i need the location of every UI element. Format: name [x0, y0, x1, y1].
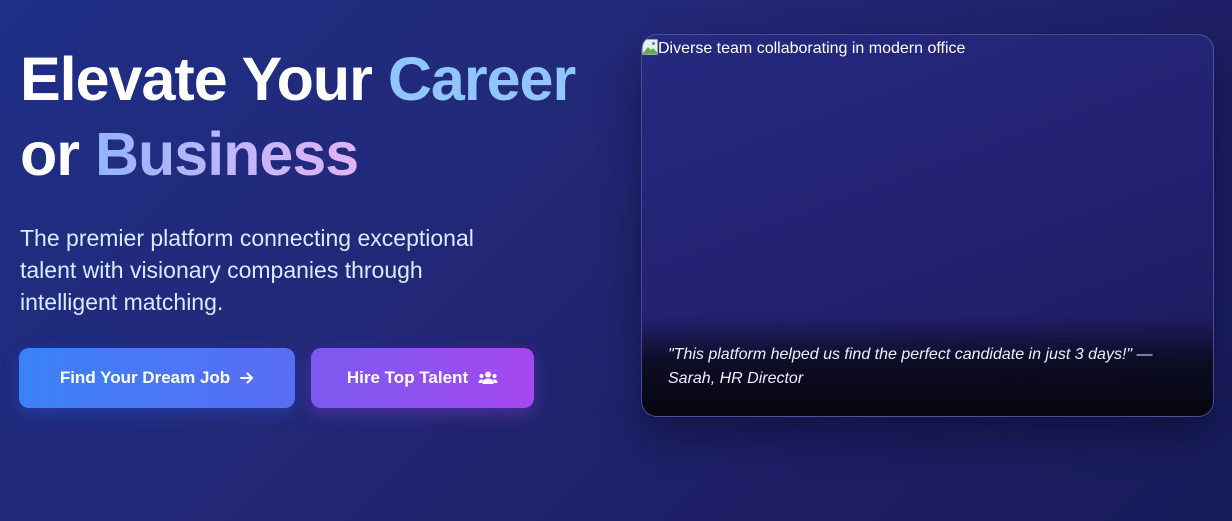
hero-image: Diverse team collaborating in modern off… [642, 39, 965, 59]
headline-highlight-career: Career [387, 45, 576, 113]
cta-buttons: Find Your Dream Job Hire Top Talent [19, 348, 534, 408]
image-alt-text: Diverse team collaborating in modern off… [658, 40, 966, 57]
broken-image-icon [642, 39, 658, 55]
hero-text: Elevate Your Career or Business The prem… [20, 42, 600, 318]
find-job-label: Find Your Dream Job [59, 368, 231, 387]
hire-talent-label: Hire Top Talent [346, 368, 469, 387]
hero-headline: Elevate Your Career or Business [20, 42, 600, 192]
headline-highlight-business: Business [94, 120, 359, 188]
hero-subtitle: The premier platform connecting exceptio… [20, 225, 474, 315]
users-icon [478, 371, 498, 384]
headline-text: or [20, 120, 95, 188]
testimonial-image-card: Diverse team collaborating in modern off… [641, 34, 1214, 417]
headline-text: Elevate Your [20, 45, 388, 113]
hire-talent-button[interactable]: Hire Top Talent [311, 348, 534, 408]
arrow-right-icon [240, 372, 254, 384]
testimonial-quote: "This platform helped us find the perfec… [668, 346, 1153, 387]
find-job-button[interactable]: Find Your Dream Job [19, 348, 295, 408]
